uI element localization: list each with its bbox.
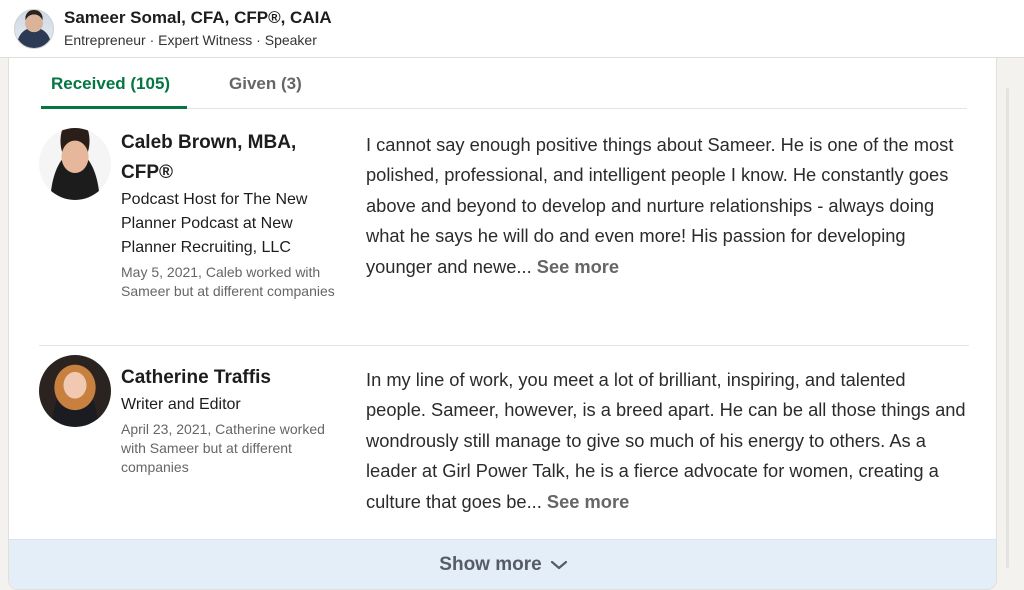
- recommendation-text: In my line of work, you meet a lot of br…: [366, 365, 966, 517]
- profile-avatar[interactable]: [14, 8, 54, 49]
- recommendation-tabs: Received (105) Given (3): [41, 58, 967, 109]
- page-gutter: [997, 58, 1024, 590]
- tab-received[interactable]: Received (105): [51, 74, 170, 94]
- show-more-label: Show more: [439, 554, 542, 575]
- active-tab-indicator: [41, 106, 187, 109]
- show-more-button[interactable]: Show more: [9, 539, 996, 589]
- recommender-title: Writer and Editor: [121, 396, 241, 413]
- chevron-down-icon: [550, 559, 568, 571]
- recommender-name[interactable]: Caleb Brown, MBA, CFP®: [121, 128, 346, 188]
- recommendation-body: In my line of work, you meet a lot of br…: [366, 369, 966, 512]
- recommendation-body: I cannot say enough positive things abou…: [366, 134, 954, 277]
- recommender-name-line2[interactable]: CFP®: [121, 162, 173, 183]
- recommender-title: Podcast Host for The New Planner Podcast…: [121, 191, 308, 256]
- see-more-link[interactable]: See more: [547, 491, 629, 512]
- see-more-link[interactable]: See more: [537, 256, 619, 277]
- recommender-name-line1[interactable]: Caleb Brown, MBA,: [121, 132, 296, 153]
- recommender-name[interactable]: Catherine Traffis: [121, 363, 346, 393]
- profile-headline: Entrepreneur · Expert Witness · Speaker: [64, 32, 317, 48]
- tab-given[interactable]: Given (3): [229, 74, 302, 94]
- scrollbar-track[interactable]: [1006, 88, 1009, 568]
- recommendation-text: I cannot say enough positive things abou…: [366, 130, 966, 282]
- recommendations-card: Received (105) Given (3) Caleb Brown, MB…: [8, 58, 997, 590]
- profile-name[interactable]: Sameer Somal, CFA, CFP®, CAIA: [64, 8, 332, 28]
- recommendation-meta: May 5, 2021, Caleb worked with Sameer bu…: [121, 264, 335, 299]
- recommendation-item: Catherine Traffis Writer and Editor Apri…: [39, 355, 969, 533]
- recommendation-item: Caleb Brown, MBA, CFP® Podcast Host for …: [39, 128, 969, 346]
- profile-sticky-header: Sameer Somal, CFA, CFP®, CAIA Entreprene…: [0, 0, 1024, 58]
- recommendation-meta: April 23, 2021, Catherine worked with Sa…: [121, 421, 325, 475]
- recommender-avatar[interactable]: [39, 355, 111, 427]
- recommender-avatar[interactable]: [39, 128, 111, 200]
